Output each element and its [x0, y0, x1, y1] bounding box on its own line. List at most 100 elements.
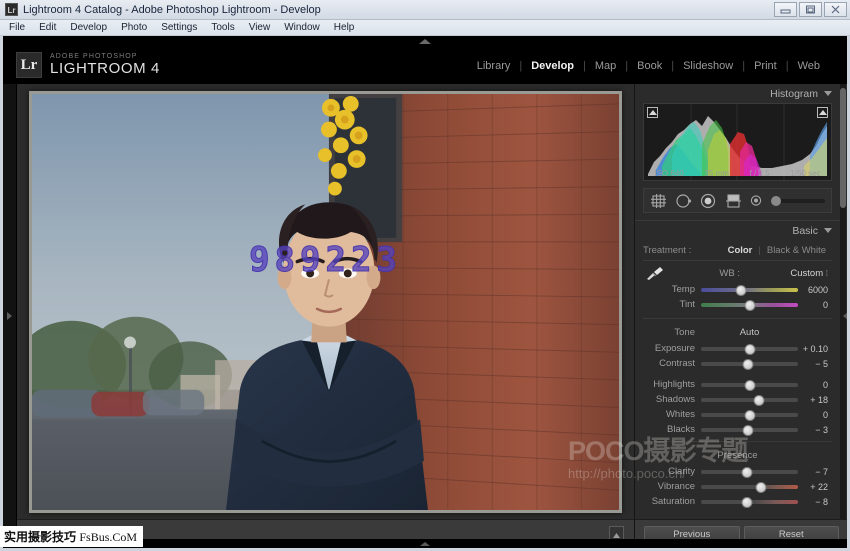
- slider-track[interactable]: [701, 303, 798, 307]
- slider-track[interactable]: [701, 413, 798, 417]
- slider-knob[interactable]: [754, 395, 765, 406]
- slider-contrast[interactable]: Contrast − 5: [643, 356, 832, 371]
- menu-item-window[interactable]: Window: [284, 22, 320, 33]
- spot-removal-icon[interactable]: [675, 193, 692, 209]
- top-panel-toggle[interactable]: [3, 36, 847, 46]
- shadow-clipping-icon[interactable]: [647, 107, 658, 118]
- menu-item-help[interactable]: Help: [334, 22, 355, 33]
- exif-focal: 35 mm: [704, 169, 728, 178]
- module-book[interactable]: Book: [628, 60, 671, 72]
- module-web[interactable]: Web: [789, 60, 829, 72]
- module-library[interactable]: Library: [468, 60, 520, 72]
- adjustment-brush-icon[interactable]: [750, 194, 763, 207]
- tone-label: Tone: [643, 327, 701, 338]
- slider-track[interactable]: [701, 398, 798, 402]
- slider-value: − 7: [798, 467, 832, 477]
- photo-artwork: [32, 94, 619, 510]
- app-icon: Lr: [5, 3, 18, 16]
- basic-header[interactable]: Basic: [635, 221, 840, 240]
- treatment-label: Treatment :: [643, 245, 722, 256]
- treatment-color-option[interactable]: Color: [722, 245, 759, 256]
- slider-value: 6000: [798, 285, 832, 295]
- slider-exposure[interactable]: Exposure + 0.10: [643, 341, 832, 356]
- maximize-icon[interactable]: [799, 2, 822, 17]
- close-icon[interactable]: [824, 2, 847, 17]
- module-picker: Library | Develop | Map | Book | Slidesh…: [468, 60, 829, 72]
- identity-bar: Lr ADOBE PHOTOSHOP LIGHTROOM 4 Library |…: [3, 46, 847, 84]
- brush-size-knob[interactable]: [771, 196, 781, 206]
- slider-blacks[interactable]: Blacks − 3: [643, 422, 832, 437]
- menu-item-settings[interactable]: Settings: [161, 22, 197, 33]
- presence-group: Presence Clarity − 7 Vibrance + 22: [643, 441, 832, 513]
- slider-highlights[interactable]: Highlights 0: [643, 377, 832, 392]
- slider-knob[interactable]: [735, 285, 746, 296]
- menu-item-edit[interactable]: Edit: [39, 22, 56, 33]
- slider-value: + 18: [798, 395, 832, 405]
- left-panel-toggle[interactable]: [3, 84, 17, 548]
- slider-clarity[interactable]: Clarity − 7: [643, 464, 832, 479]
- slider-knob[interactable]: [744, 300, 755, 311]
- menu-item-file[interactable]: File: [9, 22, 25, 33]
- fsbus-watermark-cn: 实用摄影技巧: [4, 530, 76, 544]
- slider-knob[interactable]: [756, 482, 767, 493]
- slider-track[interactable]: [701, 288, 798, 292]
- slider-knob[interactable]: [742, 425, 753, 436]
- window-title-bar: Lr Lightroom 4 Catalog - Adobe Photoshop…: [0, 0, 850, 20]
- tone-header: Tone Auto: [643, 324, 832, 341]
- loupe-view[interactable]: 989223: [17, 84, 634, 519]
- menu-item-tools[interactable]: Tools: [211, 22, 234, 33]
- photo-image: 989223: [32, 94, 619, 510]
- slider-label: Shadows: [643, 394, 701, 405]
- right-panel-toggle[interactable]: [843, 312, 847, 320]
- menu-item-photo[interactable]: Photo: [121, 22, 147, 33]
- wb-value[interactable]: Custom ⁞: [790, 268, 832, 279]
- slider-knob[interactable]: [741, 467, 752, 478]
- slider-track[interactable]: [701, 428, 798, 432]
- module-develop[interactable]: Develop: [522, 60, 583, 72]
- slider-label: Exposure: [643, 343, 701, 354]
- slider-knob[interactable]: [744, 380, 755, 391]
- slider-shadows[interactable]: Shadows + 18: [643, 392, 832, 407]
- slider-whites[interactable]: Whites 0: [643, 407, 832, 422]
- red-eye-icon[interactable]: [700, 193, 717, 209]
- white-balance-selector-icon[interactable]: [643, 266, 669, 281]
- slider-track[interactable]: [701, 383, 798, 387]
- lightroom-logo: Lr: [16, 52, 42, 78]
- slider-tint[interactable]: Tint 0: [643, 297, 832, 312]
- slider-track[interactable]: [701, 470, 798, 474]
- slider-track[interactable]: [701, 500, 798, 504]
- module-print[interactable]: Print: [745, 60, 786, 72]
- slider-knob[interactable]: [742, 359, 753, 370]
- slider-saturation[interactable]: Saturation − 8: [643, 494, 832, 509]
- slider-value: 0: [798, 300, 832, 310]
- histogram-panel[interactable]: ISO 640 35 mm f / 2.5 1/50 sec: [643, 103, 832, 181]
- right-panel-content: Histogram: [635, 84, 840, 548]
- slider-track[interactable]: [701, 485, 798, 489]
- slider-track[interactable]: [701, 347, 798, 351]
- highlight-clipping-icon[interactable]: [817, 107, 828, 118]
- right-panel-scrollbar-thumb[interactable]: [840, 88, 846, 208]
- exif-aperture: f / 2.5: [750, 169, 770, 178]
- auto-tone-button[interactable]: Auto: [701, 327, 798, 338]
- photo-overlay-code: 989223: [249, 240, 402, 280]
- slider-label: Saturation: [643, 496, 701, 507]
- slider-label: Clarity: [643, 466, 701, 477]
- treatment-bw-option[interactable]: Black & White: [761, 245, 832, 256]
- menu-item-view[interactable]: View: [249, 22, 271, 33]
- crop-overlay-icon[interactable]: [650, 193, 667, 209]
- chevron-right-icon: [7, 312, 12, 320]
- slider-knob[interactable]: [741, 497, 752, 508]
- slider-temp[interactable]: Temp 6000: [643, 282, 832, 297]
- module-map[interactable]: Map: [586, 60, 625, 72]
- brush-size-slider[interactable]: [773, 199, 825, 203]
- slider-vibrance[interactable]: Vibrance + 22: [643, 479, 832, 494]
- graduated-filter-icon[interactable]: [725, 193, 742, 209]
- slider-label: Vibrance: [643, 481, 701, 492]
- module-slideshow[interactable]: Slideshow: [674, 60, 742, 72]
- minimize-icon[interactable]: [774, 2, 797, 17]
- slider-knob[interactable]: [744, 344, 755, 355]
- slider-track[interactable]: [701, 362, 798, 366]
- menu-item-develop[interactable]: Develop: [70, 22, 107, 33]
- slider-knob[interactable]: [744, 410, 755, 421]
- histogram-header[interactable]: Histogram: [635, 84, 840, 103]
